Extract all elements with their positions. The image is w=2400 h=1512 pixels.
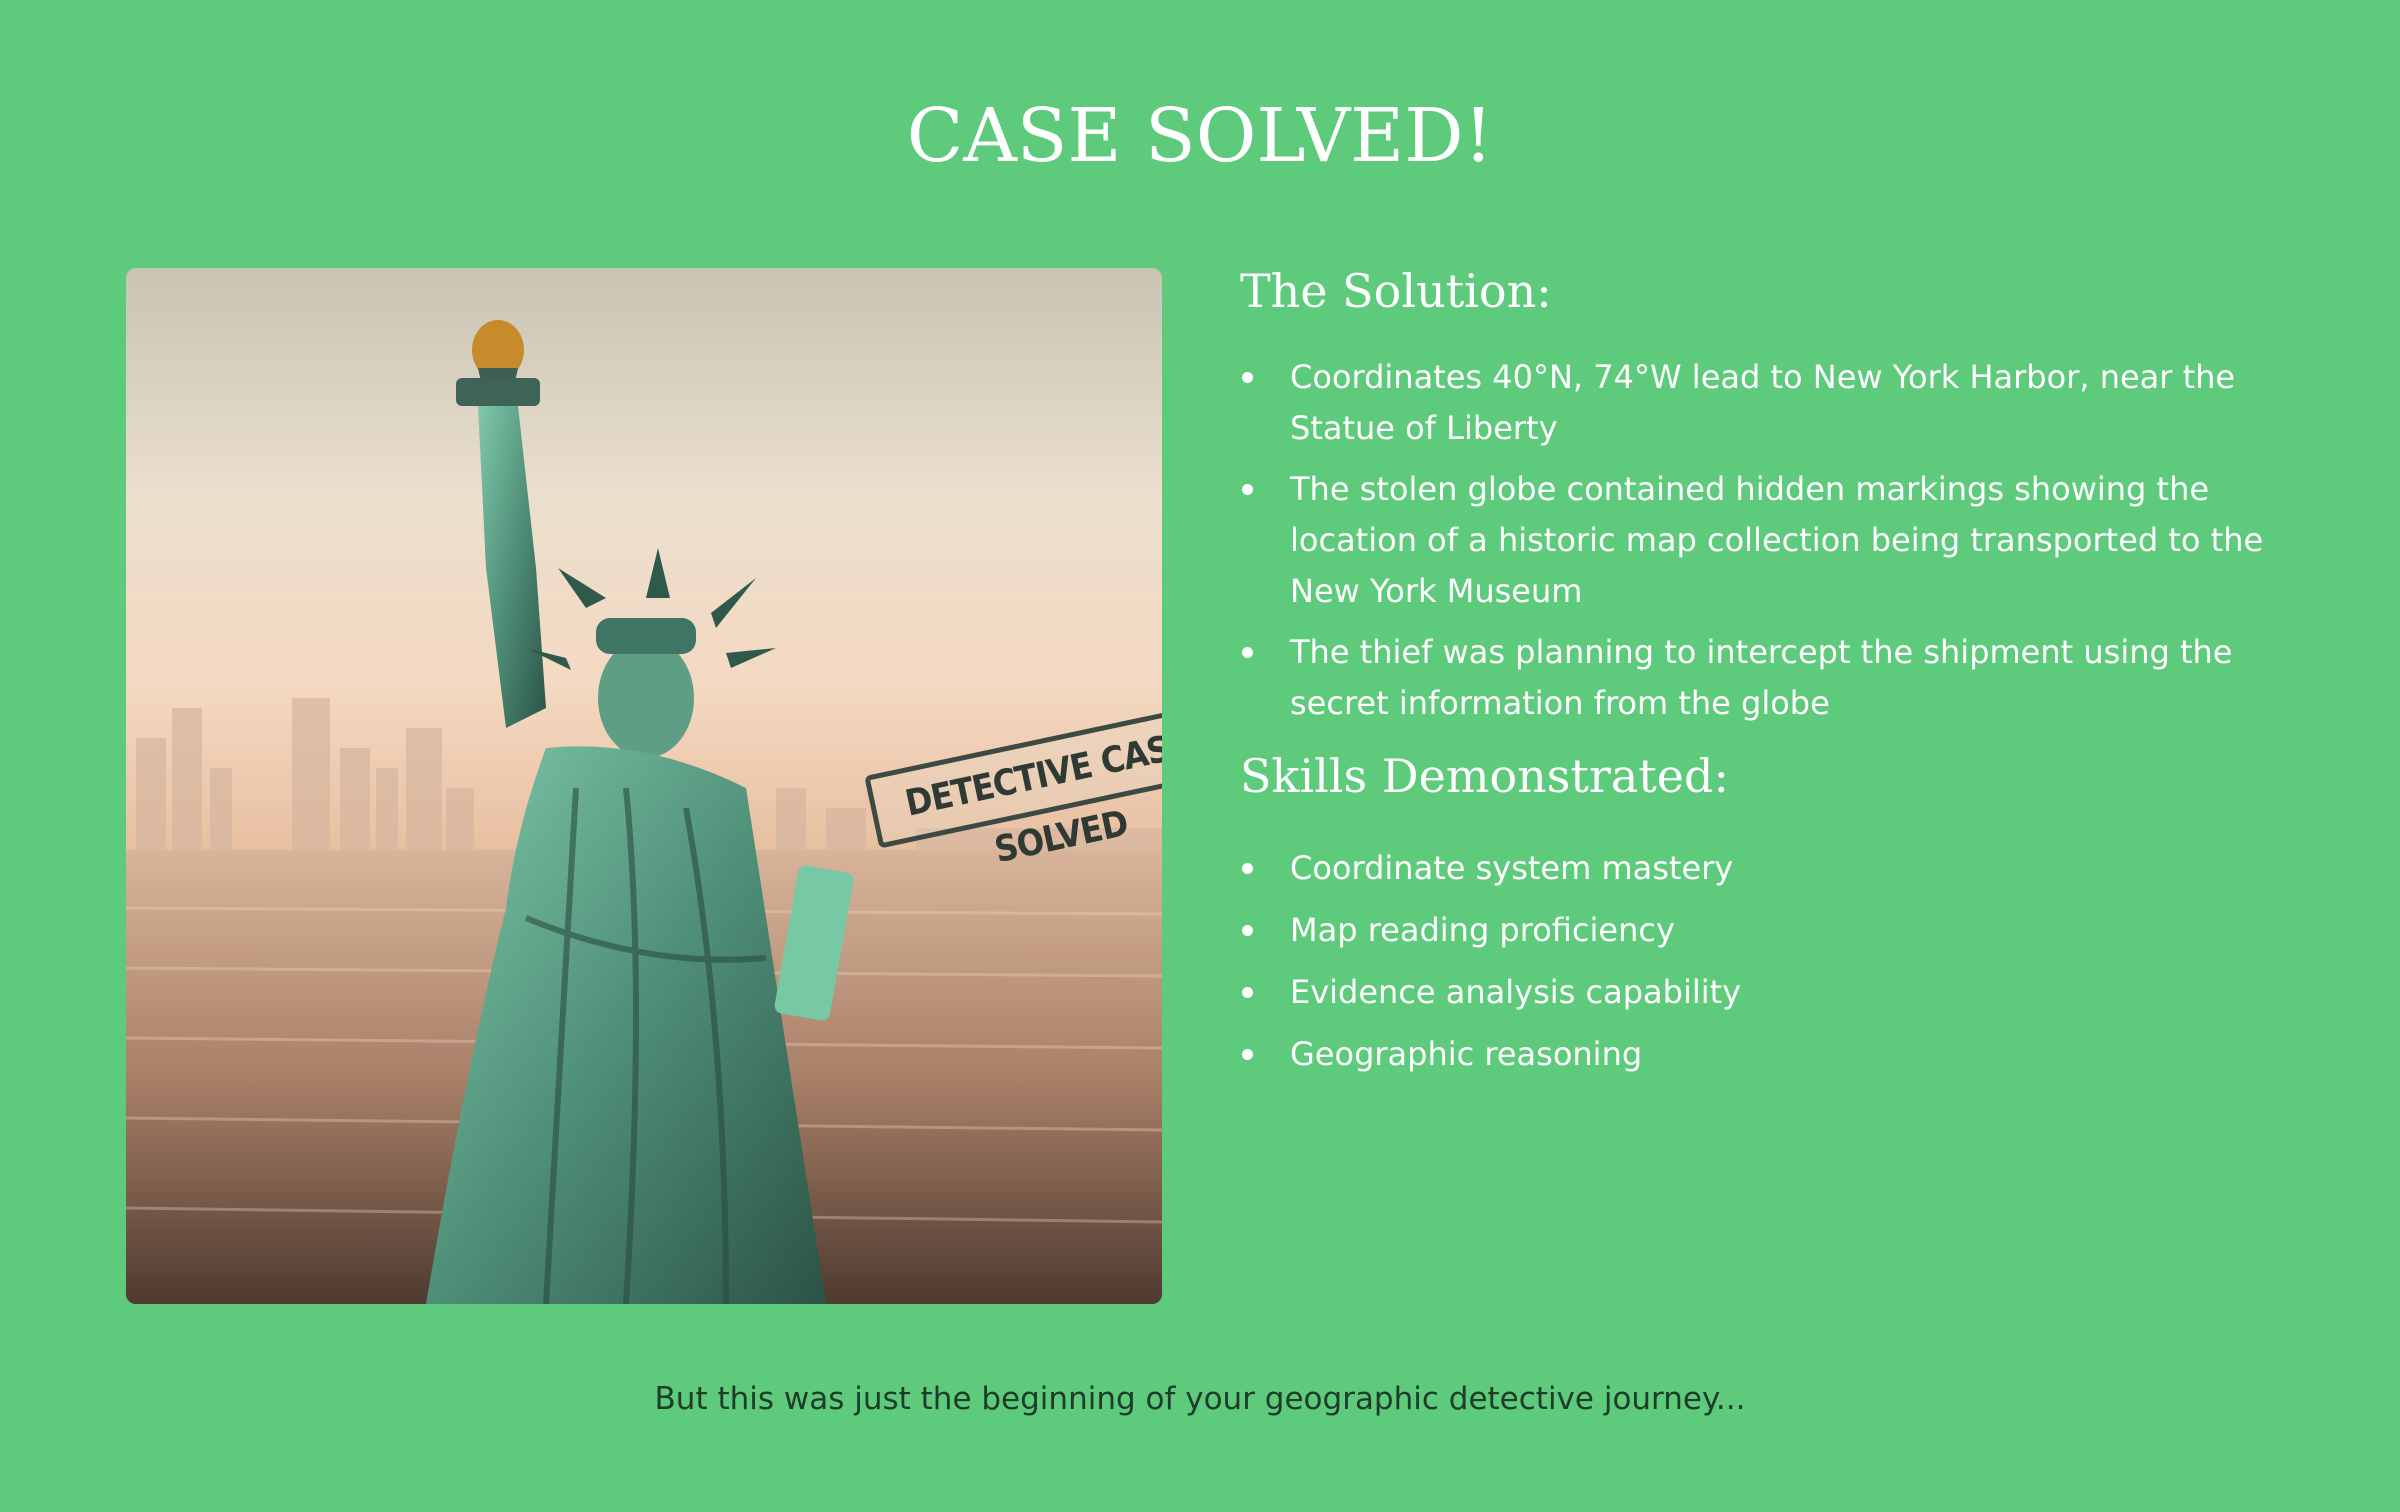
footer-text: But this was just the beginning of your …	[654, 1381, 1746, 1417]
skill-item: Evidence analysis capability	[1240, 969, 2300, 1015]
solution-heading: The Solution:	[1240, 264, 1552, 318]
skill-item: Map reading proficiency	[1240, 907, 2300, 953]
skill-item: Coordinate system mastery	[1240, 845, 2300, 891]
page-title: CASE SOLVED!	[906, 93, 1494, 179]
solution-item: Coordinates 40°N, 74°W lead to New York …	[1240, 352, 2300, 454]
solution-list: Coordinates 40°N, 74°W lead to New York …	[1240, 352, 2300, 729]
skills-heading: Skills Demonstrated:	[1240, 749, 1729, 803]
statue-of-liberty-image: DETECTIVE CASE SOLVED	[126, 268, 1162, 1304]
skills-list: Coordinate system mastery Map reading pr…	[1240, 845, 2300, 1077]
solution-item: The stolen globe contained hidden markin…	[1240, 464, 2300, 617]
solution-item: The thief was planning to intercept the …	[1240, 627, 2300, 729]
case-details-panel: The Solution: Coordinates 40°N, 74°W lea…	[1240, 256, 2300, 1093]
skill-item: Geographic reasoning	[1240, 1031, 2300, 1077]
